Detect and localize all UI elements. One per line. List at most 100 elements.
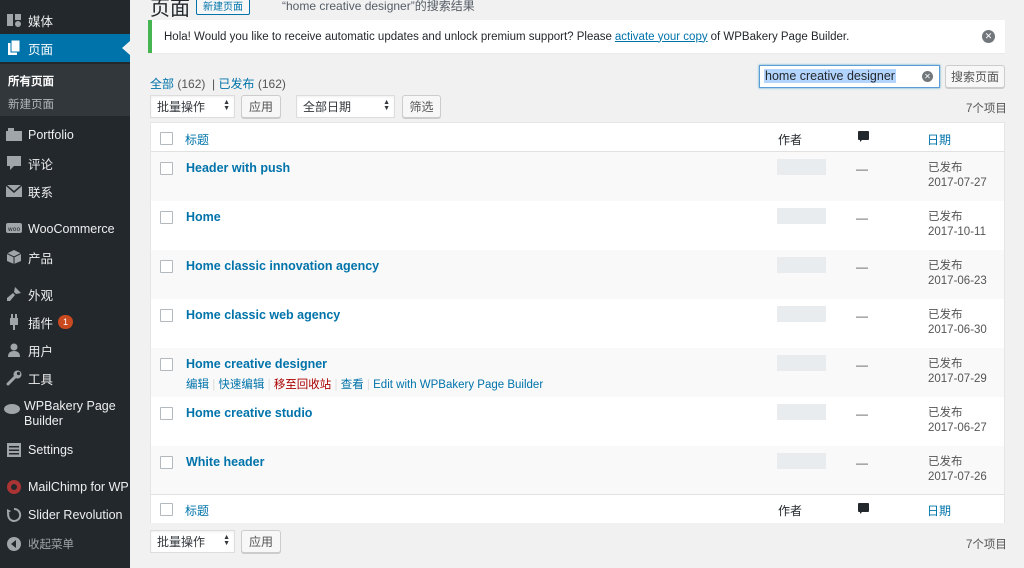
row-action-trash[interactable]: 移至回收站 <box>274 379 332 391</box>
comments-cell: — <box>856 211 868 225</box>
row-status: 已发布 <box>928 309 963 321</box>
notice-activate-link[interactable]: activate your copy <box>615 31 708 43</box>
table-row: Home classic innovation agency — 已发布 201… <box>151 250 1004 299</box>
filter-separator: | <box>212 77 216 91</box>
admin-sidebar: 媒体 页面 所有页面 新建页面 Portfolio 评论 联系 woo WooC… <box>0 0 130 568</box>
menu-appearance[interactable]: 外观 <box>0 280 130 308</box>
row-date: 2017-10-11 <box>928 226 986 238</box>
comments-column-icon[interactable] <box>858 503 869 514</box>
menu-mailchimp-label: MailChimp for WP <box>28 480 129 494</box>
menu-slider-revolution[interactable]: Slider Revolution <box>0 501 130 529</box>
mailchimp-icon <box>4 477 24 497</box>
submenu-new-page[interactable]: 新建页面 <box>8 96 54 112</box>
author-cell <box>777 306 826 322</box>
comments-cell: — <box>856 456 868 470</box>
add-new-page-button[interactable]: 新建页面 <box>196 0 250 15</box>
apply-button-top[interactable]: 应用 <box>241 95 281 118</box>
row-title-link[interactable]: White header <box>186 455 265 469</box>
row-title-link[interactable]: Home <box>186 210 221 224</box>
clear-search-icon[interactable]: ✕ <box>922 71 933 82</box>
dismiss-icon[interactable]: ✕ <box>982 30 995 43</box>
search-pages-button[interactable]: 搜索页面 <box>945 65 1005 88</box>
media-icon <box>4 10 24 30</box>
menu-products[interactable]: 产品 <box>0 243 130 271</box>
brush-icon <box>4 284 24 304</box>
row-title-link[interactable]: Home classic innovation agency <box>186 259 379 273</box>
date-cell: 已发布 2017-06-27 <box>928 406 987 436</box>
menu-settings[interactable]: Settings <box>0 436 130 464</box>
row-title-link[interactable]: Home creative studio <box>186 406 312 420</box>
menu-woocommerce-label: WooCommerce <box>28 222 115 236</box>
collapse-menu-button[interactable]: 收起菜单 <box>0 530 130 558</box>
search-input[interactable]: home creative designer <box>759 65 940 88</box>
menu-plugins[interactable]: 插件 1 <box>0 308 130 336</box>
author-cell <box>777 453 826 469</box>
bulk-action-select-top[interactable]: 批量操作 ▲ ▼ <box>150 95 235 118</box>
table-row: White header — 已发布 2017-07-26 <box>151 446 1004 495</box>
date-cell: 已发布 2017-07-26 <box>928 455 987 485</box>
wpbakery-icon <box>4 399 20 419</box>
author-cell <box>777 208 826 224</box>
row-actions: 编辑 | 快速编辑 | 移至回收站 | 查看 | Edit with WPBak… <box>186 376 543 392</box>
row-action-edit[interactable]: 编辑 <box>186 379 209 391</box>
menu-tools-label: 工具 <box>28 372 54 387</box>
row-title-link[interactable]: Header with push <box>186 161 290 175</box>
menu-pages[interactable]: 页面 <box>0 34 130 62</box>
row-checkbox[interactable] <box>160 358 173 371</box>
row-status: 已发布 <box>928 358 963 370</box>
row-title-link[interactable]: Home creative designer <box>186 357 327 371</box>
box-icon <box>4 247 24 267</box>
row-action-edit-wpbakery[interactable]: Edit with WPBakery Page Builder <box>373 379 543 391</box>
filter-button[interactable]: 筛选 <box>402 95 441 118</box>
row-checkbox[interactable] <box>160 211 173 224</box>
comments-column-icon[interactable] <box>858 131 869 142</box>
pages-icon <box>4 38 24 58</box>
submenu-all-pages[interactable]: 所有页面 <box>8 73 54 89</box>
select-all-checkbox-bottom[interactable] <box>160 503 173 516</box>
menu-contact[interactable]: 联系 <box>0 177 130 205</box>
date-filter-value: 全部日期 <box>303 100 352 114</box>
row-checkbox[interactable] <box>160 260 173 273</box>
menu-portfolio[interactable]: Portfolio <box>0 121 130 149</box>
menu-wpbakery[interactable]: WPBakery Page Builder <box>0 399 130 439</box>
bulk-action-value: 批量操作 <box>157 535 206 549</box>
bulk-action-select-bottom[interactable]: 批量操作 ▲ ▼ <box>150 530 235 553</box>
comments-cell: — <box>856 407 868 421</box>
menu-settings-label: Settings <box>28 443 74 457</box>
row-title-link[interactable]: Home classic web agency <box>186 308 340 322</box>
row-checkbox[interactable] <box>160 309 173 322</box>
wrench-icon <box>4 368 24 388</box>
filter-all-link[interactable]: 全部 <box>150 77 174 91</box>
select-arrows-icon: ▲ ▼ <box>223 534 230 547</box>
row-action-view[interactable]: 查看 <box>341 379 364 391</box>
row-checkbox[interactable] <box>160 456 173 469</box>
menu-media[interactable]: 媒体 <box>0 6 130 34</box>
collapse-icon <box>4 534 24 554</box>
menu-users[interactable]: 用户 <box>0 336 130 364</box>
column-title-header[interactable]: 标题 <box>185 131 209 148</box>
filter-published-link[interactable]: 已发布 <box>219 77 255 91</box>
column-date-footer[interactable]: 日期 <box>927 502 951 519</box>
row-checkbox[interactable] <box>160 162 173 175</box>
row-date: 2017-07-26 <box>928 471 987 483</box>
row-action-quick-edit[interactable]: 快速编辑 <box>218 379 264 391</box>
table-row: Home classic web agency — 已发布 2017-06-30 <box>151 299 1004 348</box>
mail-icon <box>4 181 24 201</box>
menu-woocommerce[interactable]: woo WooCommerce <box>0 215 130 243</box>
menu-tools[interactable]: 工具 <box>0 364 130 392</box>
date-filter-select[interactable]: 全部日期 ▲ ▼ <box>296 95 395 118</box>
column-date-header[interactable]: 日期 <box>927 131 951 148</box>
apply-button-bottom[interactable]: 应用 <box>241 530 281 553</box>
menu-wpbakery-label: WPBakery Page Builder <box>24 399 116 428</box>
row-date: 2017-07-27 <box>928 177 987 189</box>
menu-comments[interactable]: 评论 <box>0 149 130 177</box>
main-content: 页面 新建页面 “home creative designer”的搜索结果 Ho… <box>130 0 1024 568</box>
menu-portfolio-label: Portfolio <box>28 128 74 142</box>
portfolio-icon <box>4 125 24 145</box>
row-checkbox[interactable] <box>160 407 173 420</box>
collapse-menu-label: 收起菜单 <box>28 539 74 551</box>
notice-text-after: of WPBakery Page Builder. <box>710 30 850 43</box>
select-all-checkbox[interactable] <box>160 132 173 145</box>
column-title-footer[interactable]: 标题 <box>185 502 209 519</box>
menu-mailchimp[interactable]: MailChimp for WP <box>0 473 130 501</box>
